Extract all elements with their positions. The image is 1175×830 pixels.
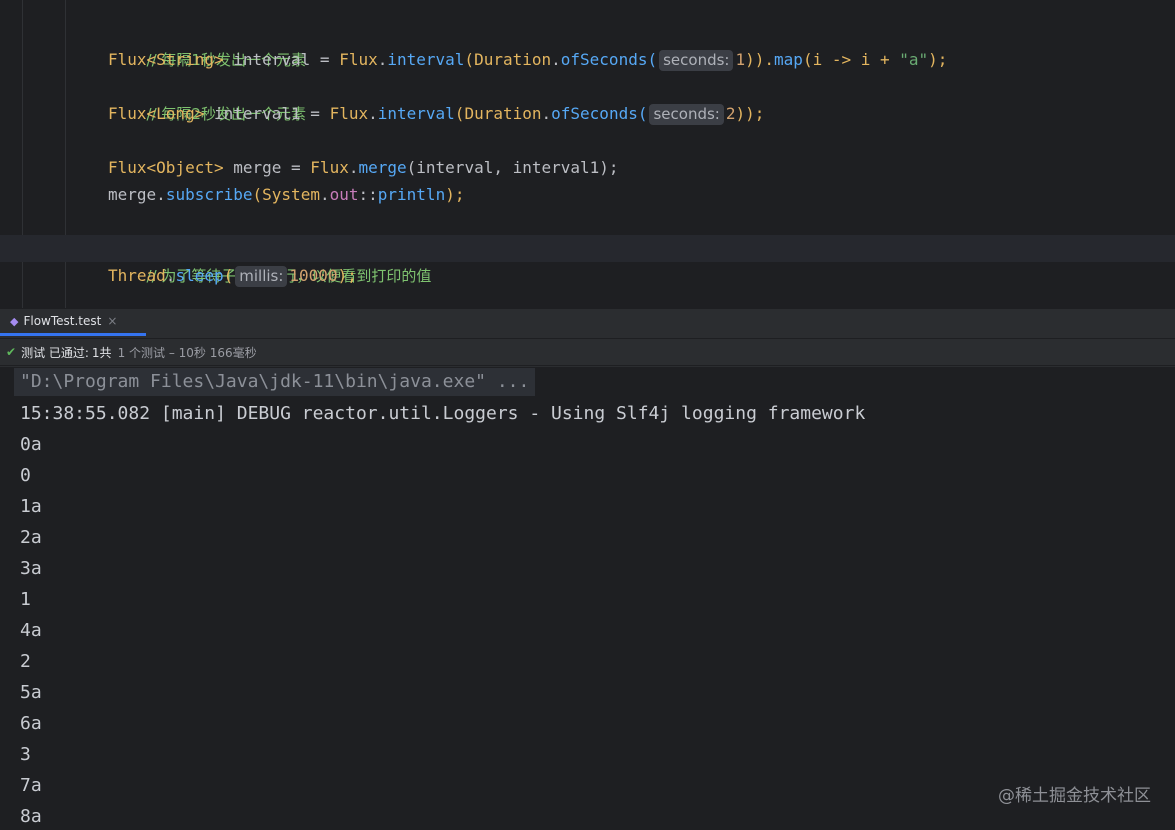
code-text: interval1 =: [204, 104, 330, 123]
class-token: Duration: [464, 104, 542, 123]
parameter-hint: seconds:: [649, 104, 724, 125]
console-line: 8a: [20, 806, 42, 827]
tab-flowtest[interactable]: ◆ FlowTest.test ×: [0, 309, 146, 336]
console-line: 1a: [20, 496, 42, 517]
code-text: (: [464, 50, 475, 69]
number-token: 2: [725, 104, 736, 123]
code-text: .: [165, 266, 176, 285]
code-text: .: [377, 50, 388, 69]
code-line-subscribe[interactable]: merge.subscribe(System.out::println);: [108, 181, 464, 208]
watermark: @稀土掘金技术社区: [998, 786, 1151, 806]
console-line: 6a: [20, 713, 42, 734]
code-text: (: [454, 104, 465, 123]
method-token: interval: [387, 50, 465, 69]
method-token: interval: [377, 104, 455, 123]
console-line: 3: [20, 744, 31, 765]
close-icon[interactable]: ×: [107, 314, 117, 328]
code-line-interval[interactable]: Flux<String> interval = Flux.interval(Du…: [108, 46, 947, 73]
code-text: )).: [745, 50, 775, 69]
method-token: map: [774, 50, 803, 69]
check-icon: ✔: [6, 345, 17, 359]
code-text: (: [223, 266, 234, 285]
console-line: 0a: [20, 434, 42, 455]
method-token: println: [377, 185, 446, 204]
code-editor[interactable]: // 每隔1秒发出一个元素 Flux<String> interval = Fl…: [0, 0, 1175, 308]
code-text: );: [928, 50, 948, 69]
console-line: 7a: [20, 775, 42, 796]
code-comment-line[interactable]: // 每隔2秒发出一个元素: [108, 73, 306, 123]
class-token: Flux: [339, 50, 378, 69]
status-label: 测试 已通过:: [21, 345, 89, 360]
console-line: 1: [20, 589, 31, 610]
string-token: "a": [899, 50, 929, 69]
type-token: Flux<String>: [108, 50, 224, 69]
code-text: (interval, interval1);: [406, 158, 619, 177]
code-text: .: [551, 50, 561, 69]
parameter-hint: seconds:: [659, 50, 734, 71]
console-line: 2a: [20, 527, 42, 548]
code-comment-line[interactable]: // 为了等待子线程执行，以便看到打印的值: [108, 235, 432, 285]
code-text: (i -> i +: [802, 50, 900, 69]
code-text: (: [637, 104, 648, 123]
status-count: 1共: [91, 345, 112, 360]
console-command-line[interactable]: "D:\Program Files\Java\jdk-11\bin\java.e…: [14, 368, 536, 396]
status-detail: 1 个测试 – 10秒 166毫秒: [117, 345, 257, 360]
code-text: ::: [358, 185, 378, 204]
code-text: ));: [735, 104, 765, 123]
class-token: System: [262, 185, 320, 204]
code-comment-line[interactable]: // 每隔1秒发出一个元素: [108, 19, 306, 69]
code-text: interval =: [223, 50, 340, 69]
console-output[interactable]: "D:\Program Files\Java\jdk-11\bin\java.e…: [0, 367, 1175, 830]
method-token: ofSeconds: [551, 104, 638, 123]
code-text: );: [445, 185, 465, 204]
code-text: (: [647, 50, 658, 69]
method-token: subscribe: [165, 185, 253, 204]
code-line-merge[interactable]: Flux<Object> merge = Flux.merge(interval…: [108, 154, 619, 181]
type-token: Flux<Object>: [108, 158, 224, 177]
run-tool-window-tabs: ◆ FlowTest.test ×: [0, 308, 1175, 339]
field-token: out: [329, 185, 359, 204]
class-token: Thread: [108, 266, 166, 285]
code-text: (: [252, 185, 263, 204]
method-token: sleep: [175, 266, 224, 285]
code-line-interval1[interactable]: Flux<Long> interval1 = Flux.interval(Dur…: [108, 100, 764, 127]
code-text: );: [337, 266, 357, 285]
class-token: Flux: [329, 104, 369, 123]
console-line: 3a: [20, 558, 42, 579]
console-line: 5a: [20, 682, 42, 703]
class-token: Duration: [474, 50, 552, 69]
parameter-hint: millis:: [235, 266, 288, 287]
console-line: 2: [20, 651, 31, 672]
console-line: 0: [20, 465, 31, 486]
class-token: Flux: [310, 158, 349, 177]
type-token: Flux<Long>: [108, 104, 205, 123]
code-text: .: [368, 104, 378, 123]
console-line: 15:38:55.082 [main] DEBUG reactor.util.L…: [20, 403, 866, 424]
method-token: merge: [358, 158, 407, 177]
method-token: ofSeconds: [560, 50, 648, 69]
console-line: 4a: [20, 620, 42, 641]
tab-label: FlowTest.test: [23, 314, 102, 328]
run-config-icon: ◆: [10, 314, 19, 328]
code-text: .: [319, 185, 330, 204]
number-token: 1: [735, 50, 746, 69]
code-text: merge: [108, 185, 157, 204]
test-status-bar: ✔ 测试 已通过: 1共 1 个测试 – 10秒 166毫秒: [0, 338, 1175, 366]
code-line-sleep[interactable]: Thread.sleep(millis: 10000);: [108, 262, 357, 289]
code-text: .: [541, 104, 552, 123]
code-text: .: [156, 185, 166, 204]
code-text: merge =: [223, 158, 311, 177]
number-token: 10000: [289, 266, 338, 285]
